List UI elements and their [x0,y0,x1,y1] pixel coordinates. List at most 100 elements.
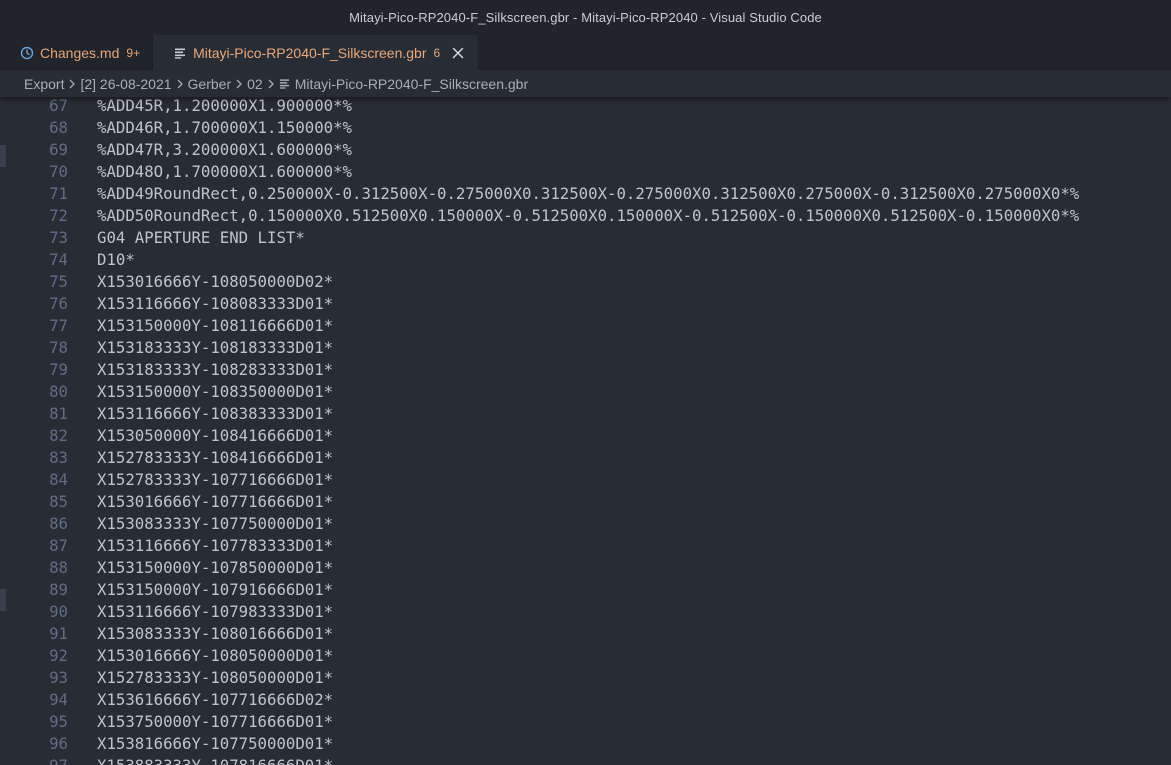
window-title: Mitayi-Pico-RP2040-F_Silkscreen.gbr - Mi… [349,10,822,25]
line-text[interactable]: X153183333Y-108183333D01* [97,338,333,357]
code-editor[interactable]: 67 %ADD45R,1.200000X1.900000*% 68 %ADD46R,1… [0,97,1171,765]
line-text[interactable]: X153616666Y-107716666D02* [97,690,333,709]
code-line[interactable]: 76 X153116666Y-108083333D01* [0,292,1171,314]
line-number: 80 [49,381,68,401]
tab-changes-md[interactable]: Changes.md 9+ [0,35,153,70]
line-number: 92 [49,645,68,665]
line-text[interactable]: %ADD47R,3.200000X1.600000*% [97,140,352,159]
line-number: 73 [49,227,68,247]
code-line[interactable]: 82 X153050000Y-108416666D01* [0,424,1171,446]
line-text[interactable]: X153116666Y-108383333D01* [97,404,333,423]
line-number: 95 [49,711,68,731]
code-line[interactable]: 71 %ADD49RoundRect,0.250000X-0.312500X-0.… [0,182,1171,204]
code-line[interactable]: 88 X153150000Y-107850000D01* [0,556,1171,578]
tab-silkscreen-gbr[interactable]: Mitayi-Pico-RP2040-F_Silkscreen.gbr 6 [152,35,480,70]
code-line[interactable]: 94 X153616666Y-107716666D02* [0,688,1171,710]
line-text[interactable]: %ADD49RoundRect,0.250000X-0.312500X-0.27… [97,184,1079,203]
line-text[interactable]: X153016666Y-108050000D02* [97,272,333,291]
code-line[interactable]: 69 %ADD47R,3.200000X1.600000*% [0,138,1171,160]
line-number: 82 [49,425,68,445]
line-text[interactable]: X153150000Y-108350000D01* [97,382,333,401]
code-line[interactable]: 91 X153083333Y-108016666D01* [0,622,1171,644]
code-line[interactable]: 86 X153083333Y-107750000D01* [0,512,1171,534]
breadcrumb-item-file[interactable]: Mitayi-Pico-RP2040-F_Silkscreen.gbr [295,76,528,92]
breadcrumb: Export [2] 26-08-2021 Gerber 02 Mitayi-P… [0,70,1171,97]
line-number: 96 [49,733,68,753]
line-number: 88 [49,557,68,577]
line-text[interactable]: X153183333Y-108283333D01* [97,360,333,379]
line-text[interactable]: X152783333Y-108050000D01* [97,668,333,687]
line-text[interactable]: %ADD48O,1.700000X1.600000*% [97,162,352,181]
line-text[interactable]: %ADD46R,1.700000X1.150000*% [97,118,352,137]
line-number: 67 [49,97,68,115]
code-line[interactable]: 79 X153183333Y-108283333D01* [0,358,1171,380]
line-number: 81 [49,403,68,423]
chevron-right-icon [175,78,185,90]
line-number: 85 [49,491,68,511]
line-text[interactable]: X153150000Y-107850000D01* [97,558,333,577]
line-number: 71 [49,183,68,203]
close-tab-icon[interactable] [450,45,466,61]
code-line[interactable]: 74 D10* [0,248,1171,270]
code-line[interactable]: 73 G04 APERTURE END LIST* [0,226,1171,248]
code-line[interactable]: 72 %ADD50RoundRect,0.150000X0.512500X0.15… [0,204,1171,226]
code-line[interactable]: 83 X152783333Y-108416666D01* [0,446,1171,468]
code-line[interactable]: 92 X153016666Y-108050000D01* [0,644,1171,666]
line-text[interactable]: X153116666Y-107983333D01* [97,602,333,621]
breadcrumb-item-02[interactable]: 02 [247,76,263,92]
code-line[interactable]: 84 X152783333Y-107716666D01* [0,468,1171,490]
line-text[interactable]: G04 APERTURE END LIST* [97,228,305,247]
line-number: 97 [49,755,68,765]
code-line[interactable]: 78 X153183333Y-108183333D01* [0,336,1171,358]
line-text[interactable]: X153016666Y-107716666D01* [97,492,333,511]
line-text[interactable]: X153883333Y-107816666D01* [97,756,333,765]
code-line[interactable]: 96 X153816666Y-107750000D01* [0,732,1171,754]
line-number: 72 [49,205,68,225]
code-line[interactable]: 81 X153116666Y-108383333D01* [0,402,1171,424]
code-line[interactable]: 97 X153883333Y-107816666D01* [0,754,1171,765]
code-line[interactable]: 87 X153116666Y-107783333D01* [0,534,1171,556]
line-number: 74 [49,249,68,269]
line-text[interactable]: X153816666Y-107750000D01* [97,734,333,753]
line-text[interactable]: X153150000Y-107916666D01* [97,580,333,599]
line-text[interactable]: D10* [97,250,135,269]
line-text[interactable]: %ADD45R,1.200000X1.900000*% [97,97,352,115]
file-lines-icon [173,46,187,60]
line-text[interactable]: X153083333Y-107750000D01* [97,514,333,533]
line-text[interactable]: X153083333Y-108016666D01* [97,624,333,643]
code-line[interactable]: 67 %ADD45R,1.200000X1.900000*% [0,97,1171,116]
code-line[interactable]: 85 X153016666Y-107716666D01* [0,490,1171,512]
code-line[interactable]: 89 X153150000Y-107916666D01* [0,578,1171,600]
line-text[interactable]: X153116666Y-108083333D01* [97,294,333,313]
line-number: 90 [49,601,68,621]
code-line[interactable]: 77 X153150000Y-108116666D01* [0,314,1171,336]
breadcrumb-item-date-folder[interactable]: [2] 26-08-2021 [80,76,171,92]
line-number: 75 [49,271,68,291]
line-number: 94 [49,689,68,709]
line-text[interactable]: %ADD50RoundRect,0.150000X0.512500X0.1500… [97,206,1079,225]
line-text[interactable]: X153750000Y-107716666D01* [97,712,333,731]
title-bar: Mitayi-Pico-RP2040-F_Silkscreen.gbr - Mi… [0,0,1171,35]
code-line[interactable]: 80 X153150000Y-108350000D01* [0,380,1171,402]
line-text[interactable]: X153050000Y-108416666D01* [97,426,333,445]
line-text[interactable]: X153116666Y-107783333D01* [97,536,333,555]
line-number: 76 [49,293,68,313]
line-text[interactable]: X153150000Y-108116666D01* [97,316,333,335]
tab-label: Mitayi-Pico-RP2040-F_Silkscreen.gbr [193,44,427,61]
problems-badge: 6 [433,45,441,60]
chevron-right-icon [234,78,244,90]
code-line[interactable]: 68 %ADD46R,1.700000X1.150000*% [0,116,1171,138]
code-line[interactable]: 95 X153750000Y-107716666D01* [0,710,1171,732]
code-line[interactable]: 90 X153116666Y-107983333D01* [0,600,1171,622]
line-number: 87 [49,535,68,555]
breadcrumb-item-gerber[interactable]: Gerber [188,76,232,92]
breadcrumb-item-export[interactable]: Export [24,76,64,92]
line-text[interactable]: X152783333Y-107716666D01* [97,470,333,489]
line-text[interactable]: X153016666Y-108050000D01* [97,646,333,665]
code-line[interactable]: 70 %ADD48O,1.700000X1.600000*% [0,160,1171,182]
code-line[interactable]: 75 X153016666Y-108050000D02* [0,270,1171,292]
tab-label: Changes.md [40,44,120,61]
line-number: 83 [49,447,68,467]
code-line[interactable]: 93 X152783333Y-108050000D01* [0,666,1171,688]
line-text[interactable]: X152783333Y-108416666D01* [97,448,333,467]
